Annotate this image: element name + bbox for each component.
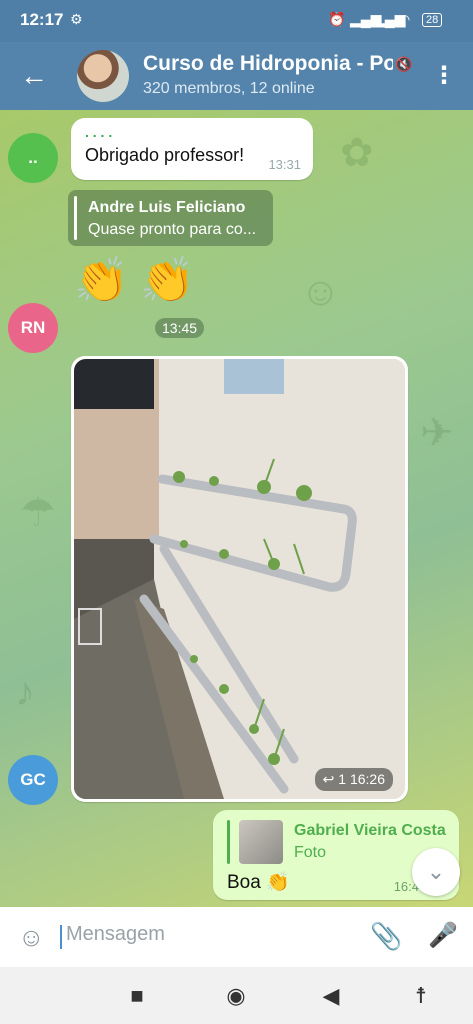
quote-type: Foto [294,844,327,861]
background-doodle-icon: ✈ [420,411,454,455]
clapping-hands-emoji[interactable]: 👏 [140,254,195,306]
home-icon[interactable]: ◉ [223,983,249,1009]
back-arrow-icon[interactable]: ← [16,58,52,94]
avatar[interactable]: GC [8,755,58,805]
avatar[interactable]: .. [8,133,58,183]
avatar-initials: GC [20,770,46,789]
accessibility-icon[interactable]: ☨ [408,983,434,1009]
background-doodle-icon: ☺ [300,270,341,314]
scroll-down-button[interactable]: ⌄ [412,848,460,896]
message-input-bar: ☺ 📎 🎤 [0,907,473,967]
emoji-icon[interactable]: ☺ [18,922,45,952]
message-sender: . . . . [85,124,113,140]
notification-icon: ⚙ [70,11,83,27]
clapping-hands-emoji[interactable]: 👏 [74,254,129,306]
chat-subtitle[interactable]: 320 membros, 12 online [143,80,315,98]
system-nav-bar: ■ ◉ ◀ ☨ [0,967,473,1024]
reply-name: Andre Luis Feliciano [88,199,246,216]
recent-apps-icon[interactable]: ■ [124,983,150,1009]
hydroponic-photo [74,359,405,799]
chat-title[interactable]: Curso de Hidroponia - Pol [143,52,393,76]
chat-area[interactable]: ✿ ☂ ✈ ☺ ♪ .. . . . . Obrigado professor!… [0,110,473,907]
microphone-icon[interactable]: 🎤 [428,921,458,950]
background-doodle-icon: ✿ [340,131,374,175]
group-avatar[interactable] [77,50,129,102]
reply-preview[interactable]: Andre Luis Feliciano Quase pronto para c… [68,190,273,246]
quote-thumbnail [239,820,283,864]
more-menu-icon[interactable]: ⋮ [432,58,456,94]
text-cursor [60,925,62,949]
photo-meta[interactable]: ↩ 1 16:26 [314,768,393,791]
status-time: 12:17 [20,10,64,29]
mute-icon: 🔇 [395,56,413,72]
quote-bar [227,820,230,864]
message-input[interactable] [64,922,328,947]
avatar[interactable]: RN [8,303,58,353]
status-bar: 12:17 ⚙ ⏰ ▂▄▆ ▂▄▆ ◠ 28 [0,0,473,42]
avatar-initials: RN [20,318,46,337]
chevron-down-icon: ⌄ [426,859,446,884]
alarm-icon: ⏰ [328,11,346,27]
background-doodle-icon: ♪ [15,670,35,714]
background-doodle-icon: ☂ [20,491,56,535]
wifi-icon: ◠ [398,11,411,27]
avatar-initials: .. [28,148,38,167]
message-text: Boa 👏 [227,872,290,893]
chat-header: ← Curso de Hidroponia - Pol 🔇 320 membro… [0,42,473,110]
battery-level: 28 [426,14,439,26]
reply-bar [74,196,77,240]
quote-name: Gabriel Vieira Costa [294,822,446,839]
back-icon[interactable]: ◀ [318,983,344,1009]
reply-text: Quase pronto para co... [88,221,257,238]
photo-message[interactable]: ↩ 1 16:26 [71,356,408,802]
attach-icon[interactable]: 📎 [370,921,402,952]
battery-icon: 28 [422,13,443,27]
message-time: 13:45 [155,318,205,338]
photo-image[interactable]: ↩ 1 16:26 [74,359,405,799]
message-time: 16:26 [349,771,385,787]
reply-count: 1 [338,771,347,787]
message-text: Obrigado professor! [85,145,245,165]
message-time: 13:31 [268,157,301,172]
message-bubble[interactable]: . . . . Obrigado professor! 13:31 [71,118,313,180]
